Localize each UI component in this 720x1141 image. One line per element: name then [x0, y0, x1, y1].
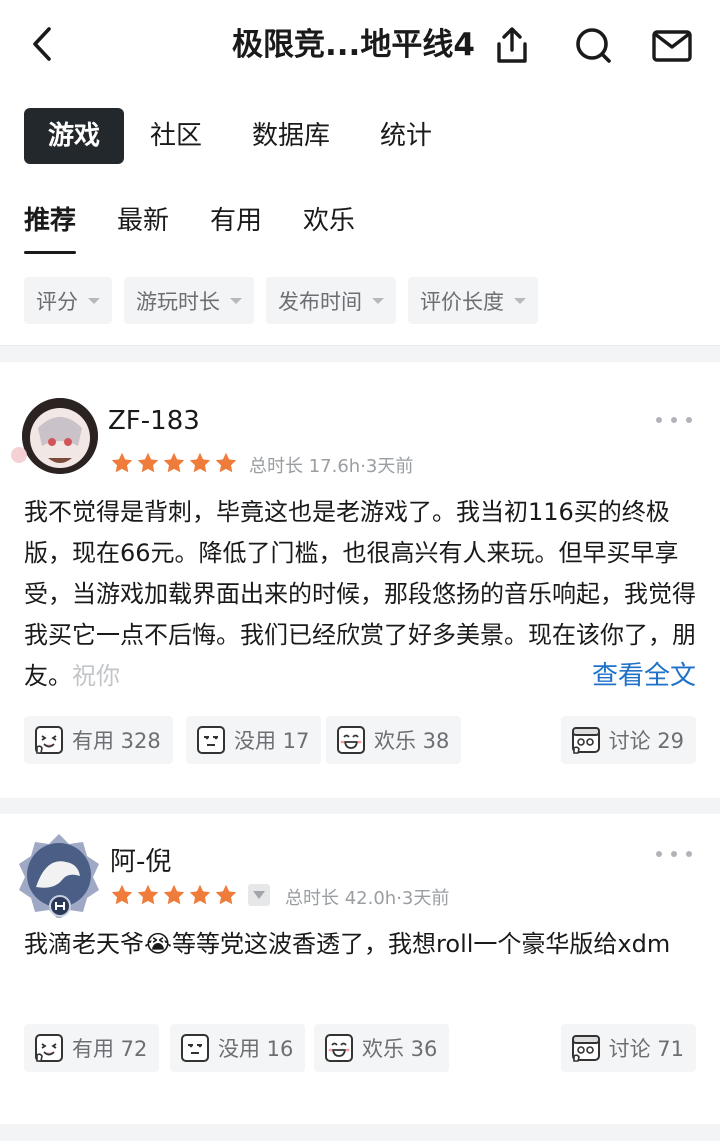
filter-label: 评价长度: [420, 289, 504, 314]
mail-icon: [652, 30, 692, 62]
top-bar: 极限竞...地平线4: [0, 0, 720, 90]
more-options-button[interactable]: [656, 410, 692, 430]
filter-label: 评分: [36, 289, 78, 314]
funny-icon: [336, 725, 366, 755]
section-gap: [0, 346, 720, 362]
chevron-left-icon: [33, 27, 51, 61]
discuss-icon: [571, 1033, 601, 1063]
caret-down-icon: [88, 297, 100, 304]
review-text: 我滴老天爷: [24, 930, 144, 958]
rating-stars: [110, 451, 240, 475]
share-button[interactable]: [490, 24, 534, 68]
tab-database[interactable]: 数据库: [228, 108, 354, 164]
funny-button[interactable]: 欢乐 36: [314, 1024, 450, 1072]
star-icon: [162, 451, 186, 475]
crying-emoji-icon: 😭: [144, 930, 173, 958]
sub-tab-useful[interactable]: 有用: [210, 196, 262, 246]
filter-publish-time[interactable]: 发布时间: [266, 277, 396, 324]
rating-stars: [110, 883, 240, 907]
caret-down-icon: [230, 297, 242, 304]
review-sort-tabs: 推荐 最新 有用 欢乐: [24, 196, 396, 260]
avatar[interactable]: [16, 832, 102, 918]
star-icon: [136, 451, 160, 475]
star-icon: [110, 883, 134, 907]
review-meta: 总时长 17.6h·3天前: [249, 456, 414, 477]
read-more-wrap: 查看全文: [560, 656, 696, 697]
review-card: 阿-倪 总时长 42.0h·3天前 我滴老天爷😭等等党这波香透了，我想roll一…: [0, 814, 720, 1124]
main-tab-bar: 游戏 社区 数据库 统计: [24, 108, 458, 164]
filter-label: 游玩时长: [136, 289, 220, 314]
star-icon: [214, 451, 238, 475]
read-more-link[interactable]: 查看全文: [592, 661, 696, 691]
star-icon: [188, 883, 212, 907]
more-options-button[interactable]: [656, 844, 692, 864]
useless-icon: [180, 1033, 210, 1063]
useless-button[interactable]: 没用 16: [170, 1024, 306, 1072]
back-button[interactable]: [22, 22, 62, 66]
review-text: 等等党这波香透了，我想roll一个豪华版给xdm: [172, 930, 671, 958]
sub-tab-funny[interactable]: 欢乐: [303, 196, 355, 246]
badge-icon[interactable]: [248, 884, 270, 906]
tab-statistics[interactable]: 统计: [356, 108, 456, 164]
discuss-count: 讨论 71: [608, 1037, 684, 1061]
avatar-image: [19, 834, 99, 918]
useless-count: 没用 16: [218, 1037, 294, 1061]
review-username[interactable]: ZF-183: [108, 406, 200, 436]
star-icon: [162, 883, 186, 907]
search-button[interactable]: [571, 24, 615, 68]
search-icon: [576, 28, 611, 63]
useful-button[interactable]: 有用 328: [24, 716, 173, 764]
star-icon: [136, 883, 160, 907]
review-meta: 总时长 42.0h·3天前: [285, 888, 450, 909]
review-username[interactable]: 阿-倪: [110, 841, 171, 878]
review-actions: 有用 328 没用 17 欢乐 38 讨论 29: [24, 716, 696, 764]
useless-icon: [196, 725, 226, 755]
page-title: 极限竞...地平线4: [232, 27, 475, 63]
review-actions: 有用 72 没用 16 欢乐 36 讨论 71: [24, 1024, 696, 1072]
caret-down-icon: [372, 297, 384, 304]
filter-playtime[interactable]: 游玩时长: [124, 277, 254, 324]
useful-icon: [34, 1033, 64, 1063]
useful-button[interactable]: 有用 72: [24, 1024, 160, 1072]
caret-down-icon: [514, 297, 526, 304]
discuss-button[interactable]: 讨论 29: [560, 716, 696, 764]
tab-game[interactable]: 游戏: [24, 108, 125, 164]
share-icon: [497, 27, 527, 63]
sub-tab-latest[interactable]: 最新: [117, 196, 169, 246]
useful-icon: [34, 725, 64, 755]
filter-label: 发布时间: [278, 289, 362, 314]
star-icon: [214, 883, 238, 907]
useful-count: 有用 328: [72, 729, 161, 753]
avatar-image: [22, 398, 98, 474]
tab-community[interactable]: 社区: [126, 108, 226, 164]
filter-bar: 评分 游玩时长 发布时间 评价长度: [24, 277, 550, 324]
section-gap: [0, 1124, 720, 1141]
star-icon: [110, 451, 134, 475]
useless-button[interactable]: 没用 17: [186, 716, 322, 764]
discuss-count: 讨论 29: [608, 729, 684, 753]
funny-count: 欢乐 36: [362, 1037, 438, 1061]
funny-icon: [324, 1033, 354, 1063]
review-text-faded: 祝你: [72, 662, 120, 690]
sub-tab-recommended[interactable]: 推荐: [24, 196, 77, 254]
avatar[interactable]: [22, 398, 98, 474]
message-button[interactable]: [650, 24, 694, 68]
filter-rating[interactable]: 评分: [24, 277, 112, 324]
review-card: ZF-183 总时长 17.6h·3天前 我不觉得是背刺，毕竟这也是老游戏了。我…: [0, 362, 720, 798]
funny-button[interactable]: 欢乐 38: [326, 716, 462, 764]
funny-count: 欢乐 38: [374, 729, 450, 753]
useless-count: 没用 17: [234, 729, 310, 753]
decoration-icon: [8, 444, 30, 466]
discuss-icon: [571, 725, 601, 755]
filter-review-length[interactable]: 评价长度: [408, 277, 538, 324]
discuss-button[interactable]: 讨论 71: [560, 1024, 696, 1072]
review-body[interactable]: 我滴老天爷😭等等党这波香透了，我想roll一个豪华版给xdm: [24, 924, 696, 965]
star-icon: [188, 451, 212, 475]
section-gap: [0, 798, 720, 814]
useful-count: 有用 72: [72, 1037, 148, 1061]
